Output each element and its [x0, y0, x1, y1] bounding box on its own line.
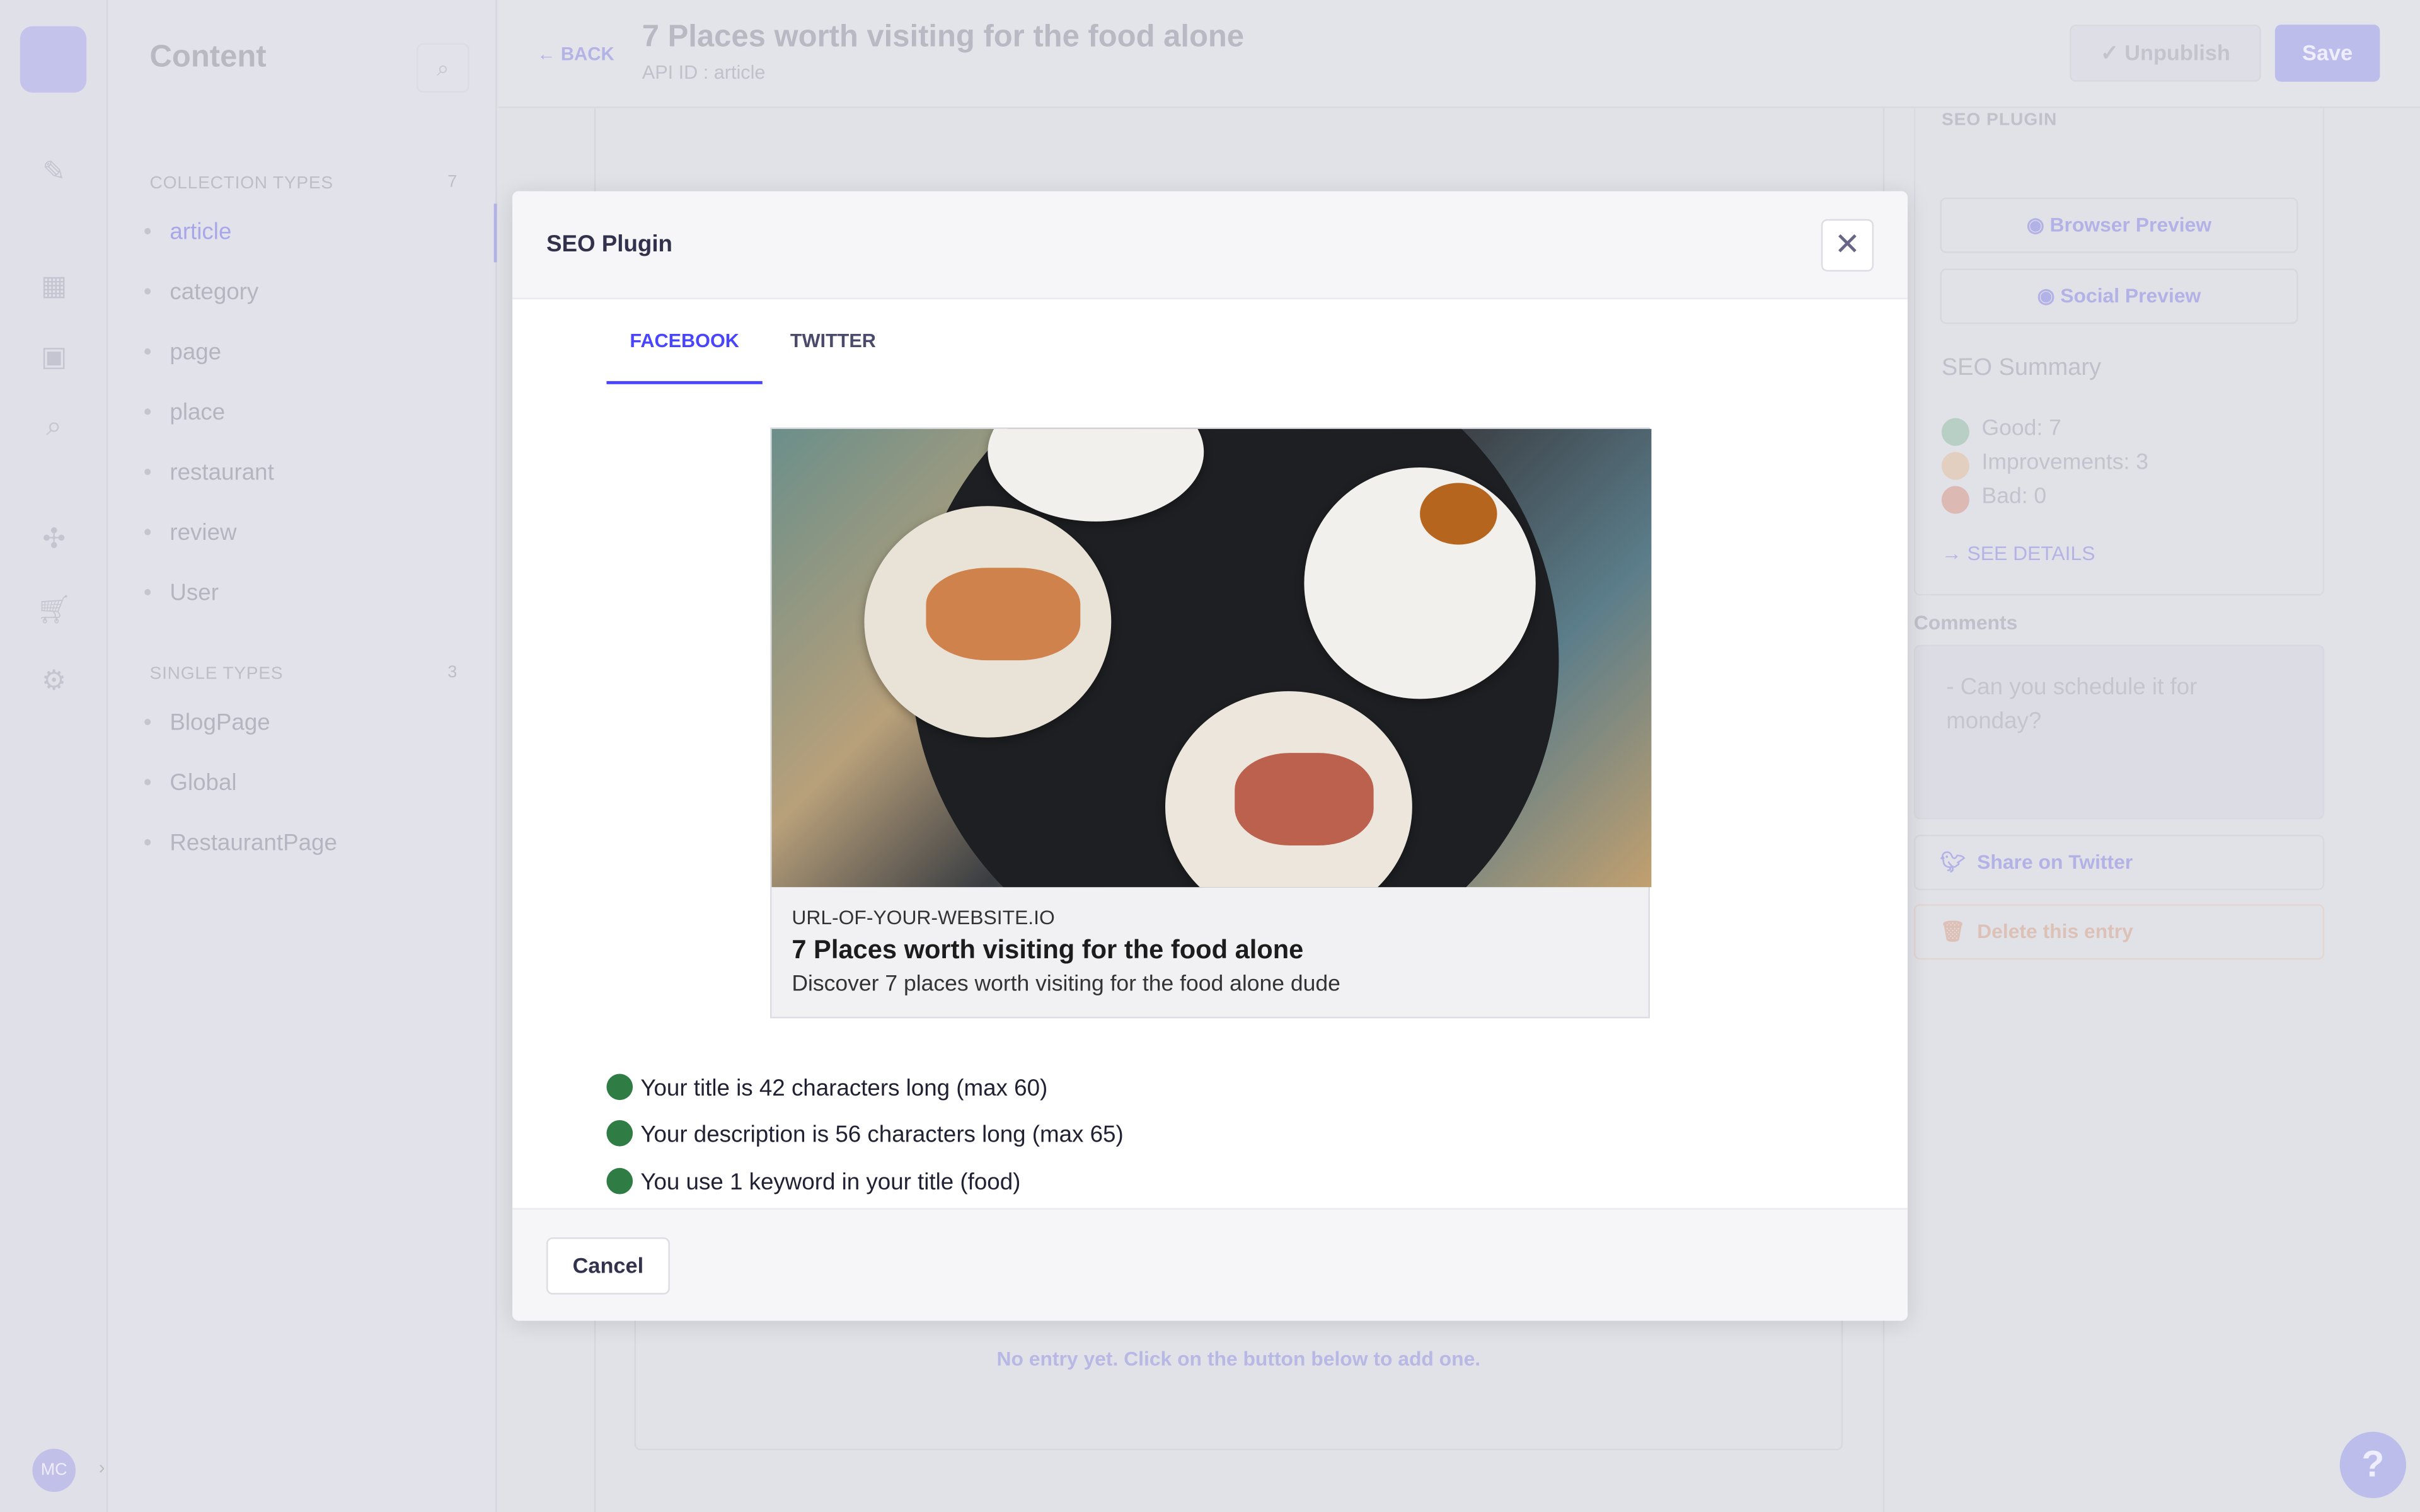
unpublish-label: Unpublish: [2124, 40, 2230, 65]
good-status-icon: [606, 1074, 633, 1101]
bad-status-dot: [1941, 486, 1969, 514]
sidebar-item-article[interactable]: article: [144, 219, 232, 246]
tab-twitter[interactable]: TWITTER: [790, 330, 876, 384]
media-library-icon[interactable]: ▣: [34, 336, 74, 377]
social-preview-button[interactable]: ◉ Social Preview: [1940, 268, 2298, 324]
share-twitter-label: Share on Twitter: [1977, 850, 2133, 874]
sidebar-item-page[interactable]: page: [143, 340, 221, 366]
content-sidebar: Content ⌕ COLLECTION TYPES 7 article cat…: [108, 0, 497, 1512]
settings-gear-icon[interactable]: ⚙: [34, 660, 74, 701]
good-status-icon: [606, 1120, 633, 1147]
seo-plugin-label: SEO PLUGIN: [1941, 111, 2058, 130]
seo-plugin-panel: SEO PLUGIN: [1913, 108, 2325, 596]
header: ← BACK 7 Places worth visiting for the f…: [498, 0, 2420, 108]
sidebar-item-restaurantpage[interactable]: RestaurantPage: [144, 830, 337, 857]
back-label: BACK: [560, 43, 614, 65]
good-count: Good: 7: [1981, 416, 2061, 442]
facebook-preview-card: URL-OF-YOUR-WEBSITE.IO 7 Places worth vi…: [770, 427, 1652, 1019]
modal-header: SEO Plugin ✕: [512, 191, 1908, 300]
sidebar-item-blogpage[interactable]: BlogPage: [144, 710, 270, 736]
modal-title: SEO Plugin: [546, 231, 672, 258]
unpublish-button[interactable]: ✓ Unpublish: [2070, 25, 2261, 82]
social-preview-label: Social Preview: [2060, 284, 2201, 307]
check-title-length: Your title is 42 characters long (max 60…: [606, 1074, 1047, 1102]
browser-preview-label: Browser Preview: [2049, 212, 2212, 236]
comments-label: Comments: [1913, 610, 2018, 634]
sidebar-search-button[interactable]: ⌕: [417, 43, 470, 93]
seo-plugin-modal: SEO Plugin ✕ FACEBOOK TWITTER URL-OF-YOU…: [512, 191, 1908, 1321]
sidebar-item-user[interactable]: User: [144, 580, 219, 607]
collection-types-count: 7: [447, 173, 458, 192]
main-nav-rail: ✎ ▦ ▣ ⌕ ✣ 🛒︎ ⚙ MC ›: [0, 0, 108, 1512]
seo-summary-title: SEO Summary: [1941, 355, 2101, 381]
comments-textarea[interactable]: - Can you schedule it for monday?: [1913, 644, 2325, 820]
marketplace-cart-icon[interactable]: 🛒︎: [34, 590, 74, 630]
preview-title: 7 Places worth visiting for the food alo…: [792, 935, 1304, 965]
sidebar-item-restaurant[interactable]: restaurant: [144, 460, 274, 486]
api-id: API ID : article: [642, 61, 766, 84]
sidebar-item-category[interactable]: category: [144, 279, 258, 306]
delete-entry-button[interactable]: 🗑︎ Delete this entry: [1913, 904, 2325, 960]
search-icon[interactable]: ⌕: [34, 406, 74, 446]
see-details-link[interactable]: → SEE DETAILS: [1942, 542, 2095, 565]
save-button[interactable]: Save: [2274, 25, 2380, 82]
collection-types-label: COLLECTION TYPES: [149, 174, 333, 193]
check-text: Your title is 42 characters long (max 60…: [640, 1075, 1048, 1102]
arrow-right-icon: →: [1941, 541, 1968, 565]
content-type-builder-icon[interactable]: ▦: [34, 265, 74, 306]
good-status-icon: [606, 1167, 633, 1194]
tab-facebook[interactable]: FACEBOOK: [606, 330, 763, 384]
help-button[interactable]: ?: [2339, 1431, 2406, 1498]
preview-url: URL-OF-YOUR-WEBSITE.IO: [792, 905, 1055, 929]
single-types-label: SINGLE TYPES: [149, 665, 284, 684]
close-button[interactable]: ✕: [1821, 219, 1874, 272]
see-details-label: SEE DETAILS: [1967, 541, 2095, 565]
share-twitter-button[interactable]: 🐦︎ Share on Twitter: [1913, 834, 2325, 891]
preview-description: Discover 7 places worth visiting for the…: [792, 971, 1340, 997]
content-manager-icon[interactable]: ✎: [34, 151, 74, 192]
strapi-logo[interactable]: [20, 26, 87, 93]
bad-count: Bad: 0: [1981, 484, 2047, 510]
avatar[interactable]: MC: [32, 1448, 76, 1492]
sidebar-item-global[interactable]: Global: [143, 770, 236, 796]
check-text: You use 1 keyword in your title (food): [640, 1169, 1021, 1196]
improvements-count: Improvements: 3: [1981, 450, 2149, 476]
eye-icon: ◉: [2026, 212, 2050, 236]
sidebar-title: Content: [149, 40, 267, 74]
close-icon: ✕: [1834, 228, 1860, 263]
delete-label: Delete this entry: [1977, 919, 2133, 943]
sidebar-item-place[interactable]: place: [144, 399, 225, 426]
eye-icon: ◉: [2037, 284, 2061, 307]
check-description-length: Your description is 56 characters long (…: [606, 1120, 1124, 1148]
twitter-bird-icon: 🐦︎: [1940, 850, 1966, 874]
single-types-count: 3: [447, 663, 458, 682]
preview-image: [771, 428, 1652, 888]
sidebar-item-review[interactable]: review: [143, 520, 236, 546]
check-keyword: You use 1 keyword in your title (food): [606, 1167, 1021, 1196]
plugins-icon[interactable]: ✣: [34, 518, 74, 559]
cancel-button[interactable]: Cancel: [546, 1237, 670, 1295]
active-indicator: [493, 203, 497, 263]
check-icon: ✓: [2100, 40, 2125, 65]
back-link[interactable]: ← BACK: [537, 43, 614, 65]
trash-icon: 🗑︎: [1940, 919, 1966, 943]
good-status-dot: [1941, 418, 1969, 446]
check-text: Your description is 56 characters long (…: [640, 1121, 1124, 1148]
app-root: ✎ ▦ ▣ ⌕ ✣ 🛒︎ ⚙ MC › Content ⌕ COLLECTION…: [0, 0, 2420, 1512]
expand-chevron-icon[interactable]: ›: [99, 1457, 105, 1478]
arrow-left-icon: ←: [537, 43, 561, 65]
page-title: 7 Places worth visiting for the food alo…: [642, 20, 1245, 54]
browser-preview-button[interactable]: ◉ Browser Preview: [1940, 197, 2298, 253]
modal-footer: Cancel: [512, 1208, 1908, 1321]
improvements-status-dot: [1941, 452, 1969, 480]
